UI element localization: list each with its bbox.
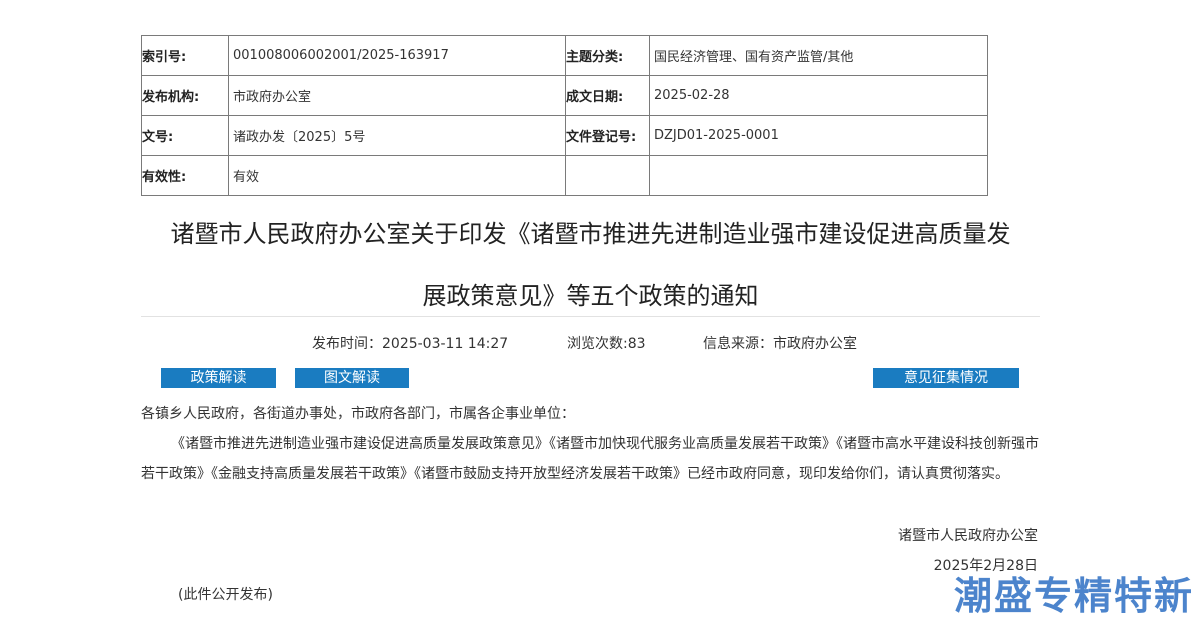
signature-issuer: 诸暨市人民政府办公室 <box>898 528 1038 544</box>
topic-value: 国民经济管理、国有资产监管/其他 <box>649 35 988 76</box>
empty-cell <box>649 155 988 196</box>
feedback-summary-button[interactable]: 意见征集情况 <box>873 368 1019 388</box>
empty-cell <box>565 155 650 196</box>
policy-interpretation-button[interactable]: 政策解读 <box>161 368 276 388</box>
publication-note: (此件公开发布) <box>178 587 273 603</box>
metadata-row: 索引号: 001008006002001/2025-163917 主题分类: 国… <box>141 35 988 76</box>
info-source: 信息来源：市政府办公室 <box>703 336 857 352</box>
document-title: 诸暨市人民政府办公室关于印发《诸暨市推进先进制造业强市建设促进高质量发 展政策意… <box>141 203 1040 327</box>
publish-time: 发布时间：2025-03-11 14:27 <box>312 336 509 352</box>
index-number-value: 001008006002001/2025-163917 <box>228 35 566 76</box>
metadata-row: 发布机构: 市政府办公室 成文日期: 2025-02-28 <box>141 75 988 116</box>
document-metadata-table: 索引号: 001008006002001/2025-163917 主题分类: 国… <box>141 35 988 196</box>
graphic-interpretation-button[interactable]: 图文解读 <box>295 368 409 388</box>
salutation: 各镇乡人民政府，各街道办事处，市政府各部门，市属各企事业单位： <box>141 406 575 422</box>
body-paragraph: 《诸暨市推进先进制造业强市建设促进高质量发展政策意见》《诸暨市加快现代服务业高质… <box>141 436 1039 482</box>
validity-value: 有效 <box>228 155 566 196</box>
metadata-row: 文号: 诸政办发〔2025〕5号 文件登记号: DZJD01-2025-0001 <box>141 115 988 156</box>
view-count: 浏览次数:83 <box>567 336 646 352</box>
date-value: 2025-02-28 <box>649 75 988 116</box>
title-divider <box>141 316 1040 317</box>
registration-number-value: DZJD01-2025-0001 <box>649 115 988 156</box>
doc-number-label: 文号: <box>141 115 229 156</box>
watermark-text: 潮盛专精特新 <box>953 574 1194 618</box>
registration-number-label: 文件登记号: <box>565 115 650 156</box>
metadata-row: 有效性: 有效 <box>141 155 988 196</box>
doc-number-value: 诸政办发〔2025〕5号 <box>228 115 566 156</box>
issuer-value: 市政府办公室 <box>228 75 566 116</box>
topic-label: 主题分类: <box>565 35 650 76</box>
title-line-2: 展政策意见》等五个政策的通知 <box>422 282 759 310</box>
validity-label: 有效性: <box>141 155 229 196</box>
index-number-label: 索引号: <box>141 35 229 76</box>
date-label: 成文日期: <box>565 75 650 116</box>
issuer-label: 发布机构: <box>141 75 229 116</box>
title-line-1: 诸暨市人民政府办公室关于印发《诸暨市推进先进制造业强市建设促进高质量发 <box>170 220 1011 248</box>
